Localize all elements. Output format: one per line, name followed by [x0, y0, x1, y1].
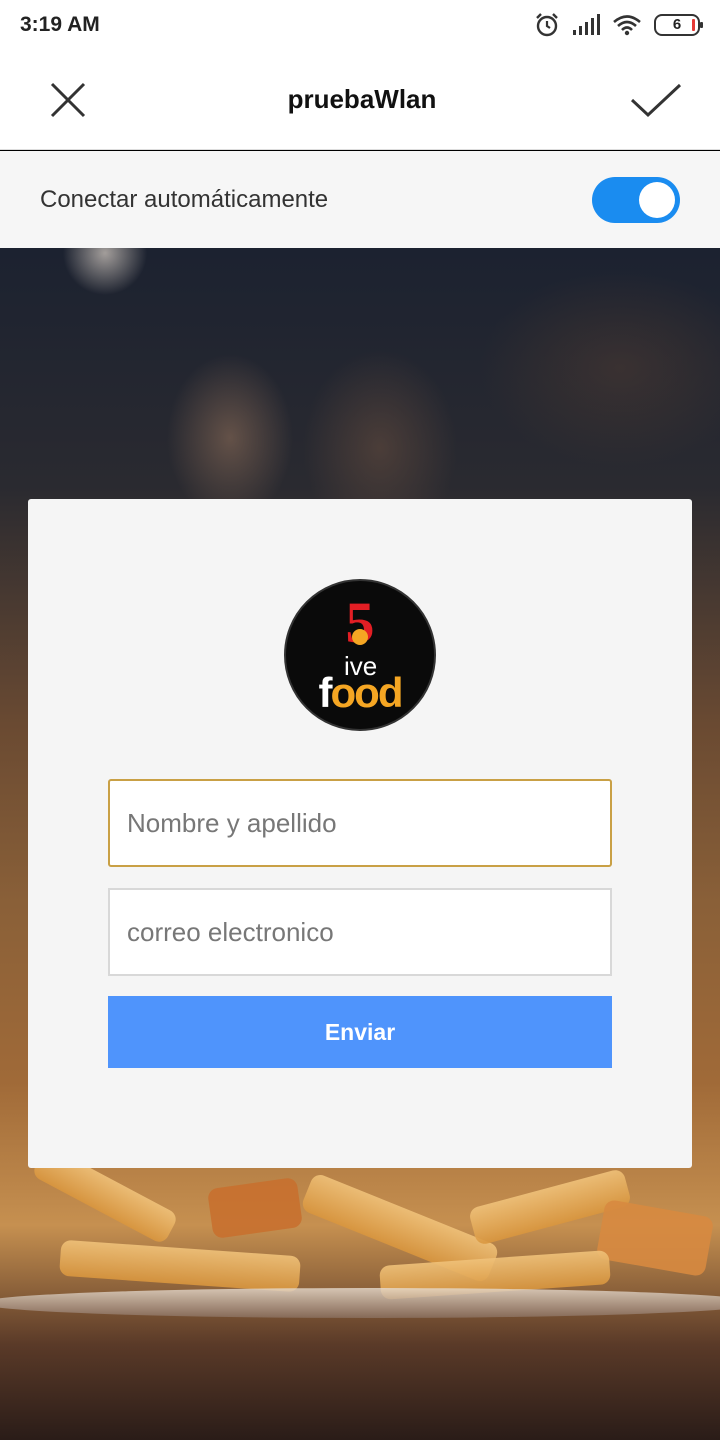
fry — [59, 1239, 301, 1293]
login-card: 5 ive food Enviar — [28, 499, 692, 1168]
confirm-button[interactable] — [628, 72, 684, 128]
fry — [595, 1198, 715, 1278]
status-icons: 6 — [534, 12, 703, 38]
email-field[interactable] — [108, 888, 612, 976]
battery-icon: 6 — [654, 14, 703, 36]
status-time: 3:19 AM — [20, 13, 100, 36]
status-bar: 3:19 AM 6 — [0, 0, 720, 50]
logo-letter-f: f — [318, 669, 333, 716]
auto-connect-label: Conectar automáticamente — [40, 185, 329, 213]
logo-letters-ood: ood — [330, 669, 404, 716]
logo-digit: 5 — [345, 590, 375, 655]
fry — [206, 1176, 304, 1240]
alarm-icon — [536, 13, 558, 37]
auto-connect-toggle[interactable] — [592, 176, 680, 223]
submit-button[interactable]: Enviar — [108, 996, 612, 1068]
signal-icon — [573, 14, 600, 35]
logo-dot — [352, 629, 368, 645]
toggle-knob — [639, 181, 675, 218]
close-icon — [50, 82, 86, 117]
plate-rim — [0, 1288, 720, 1318]
fivefood-logo: 5 ive food — [284, 579, 436, 731]
close-button[interactable] — [40, 72, 96, 128]
logo-word-bottom: food — [286, 669, 434, 717]
name-field[interactable] — [108, 779, 612, 867]
page-title: pruebaWlan — [287, 84, 437, 114]
battery-low-indicator — [692, 19, 695, 31]
header: pruebaWlan — [0, 50, 720, 150]
check-icon — [630, 83, 682, 117]
wifi-icon — [613, 15, 641, 36]
battery-level: 6 — [672, 16, 682, 33]
auto-connect-row: Conectar automáticamente — [0, 151, 720, 248]
